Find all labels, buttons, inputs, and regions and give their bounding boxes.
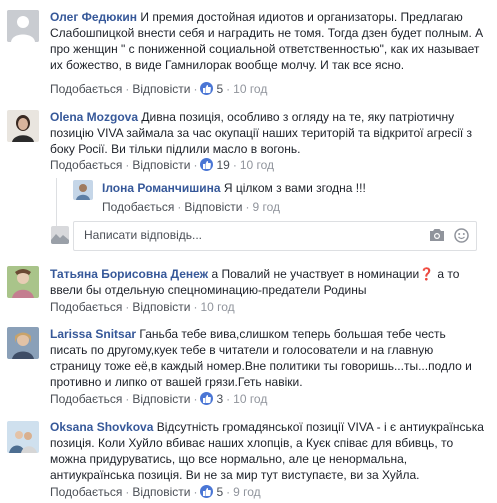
timestamp[interactable]: 9 год [233,485,261,499]
comment-author[interactable]: Larissa Snitsar [50,327,136,341]
comment-actions: Подобається · Відповісти · 10 год [50,300,235,314]
timestamp[interactable]: 10 год [233,392,267,406]
avatar[interactable] [7,327,39,359]
like-count[interactable]: 5 [216,82,223,96]
like-count[interactable]: 3 [216,392,223,406]
comment-actions: Подобається · Відповісти · 9 год [102,200,280,214]
current-user-avatar [51,226,69,244]
like-link[interactable]: Подобається [50,158,122,172]
reply-input[interactable]: Написати відповідь... [73,221,477,251]
like-count[interactable]: 19 [216,158,229,172]
avatar[interactable] [73,180,93,200]
comment-body: Olena Mozgova Дивна позиція, особливо з … [50,109,486,157]
like-count-icon [200,485,214,498]
reply-link[interactable]: Відповісти [132,485,190,499]
reply-link[interactable]: Відповісти [132,300,190,314]
comment-actions: Подобається · Відповісти · 3 · 10 год [50,392,268,406]
comment-body: Олег Федюкин И премия достойная идиотов … [50,9,486,73]
avatar[interactable] [7,10,39,42]
comment-actions: Подобається · Відповісти · 5 · 9 год [50,485,261,499]
comment-author[interactable]: Oksana Shovkova [50,420,153,434]
like-link[interactable]: Подобається [102,200,174,214]
comment-body: Татьяна Борисовна Денеж а Повалий не уча… [50,266,486,298]
comment-author[interactable]: Олег Федюкин [50,10,137,24]
comment-author[interactable]: Татьяна Борисовна Денеж [50,267,208,281]
like-count-icon [200,82,214,95]
emoji-icon[interactable] [454,228,469,246]
reply-link[interactable]: Відповісти [132,82,190,96]
reply-link[interactable]: Відповісти [184,200,242,214]
timestamp[interactable]: 10 год [240,158,274,172]
camera-icon[interactable] [429,228,445,245]
comment-body: Oksana Shovkova Відсутність громадянсько… [50,419,486,483]
like-link[interactable]: Подобається [50,300,122,314]
reply-link[interactable]: Відповісти [132,392,190,406]
like-count-icon [200,392,214,405]
like-count[interactable]: 5 [216,485,223,499]
comment-actions: Подобається · Відповісти · 19 · 10 год [50,158,275,172]
like-count-icon [200,158,214,171]
like-link[interactable]: Подобається [50,82,122,96]
like-link[interactable]: Подобається [50,392,122,406]
like-link[interactable]: Подобається [50,485,122,499]
comment-body: Larissa Snitsar Ганьба тебе вива,слишком… [50,326,486,390]
avatar[interactable] [7,266,39,298]
reply-link[interactable]: Відповісти [132,158,190,172]
avatar[interactable] [7,110,39,142]
timestamp[interactable]: 9 год [252,200,280,214]
comment-author[interactable]: Ілона Романчишина [102,181,221,195]
timestamp[interactable]: 10 год [233,82,267,96]
comment-body: Ілона Романчишина Я цілком з вами згодна… [102,180,482,196]
avatar[interactable] [7,421,39,453]
timestamp[interactable]: 10 год [200,300,234,314]
comment-author[interactable]: Olena Mozgova [50,110,138,124]
comment-text: Я цілком з вами згодна !!! [223,181,366,195]
comment-actions: Подобається · Відповісти · 5 · 10 год [50,82,268,96]
reply-input-placeholder: Написати відповідь... [84,228,202,242]
